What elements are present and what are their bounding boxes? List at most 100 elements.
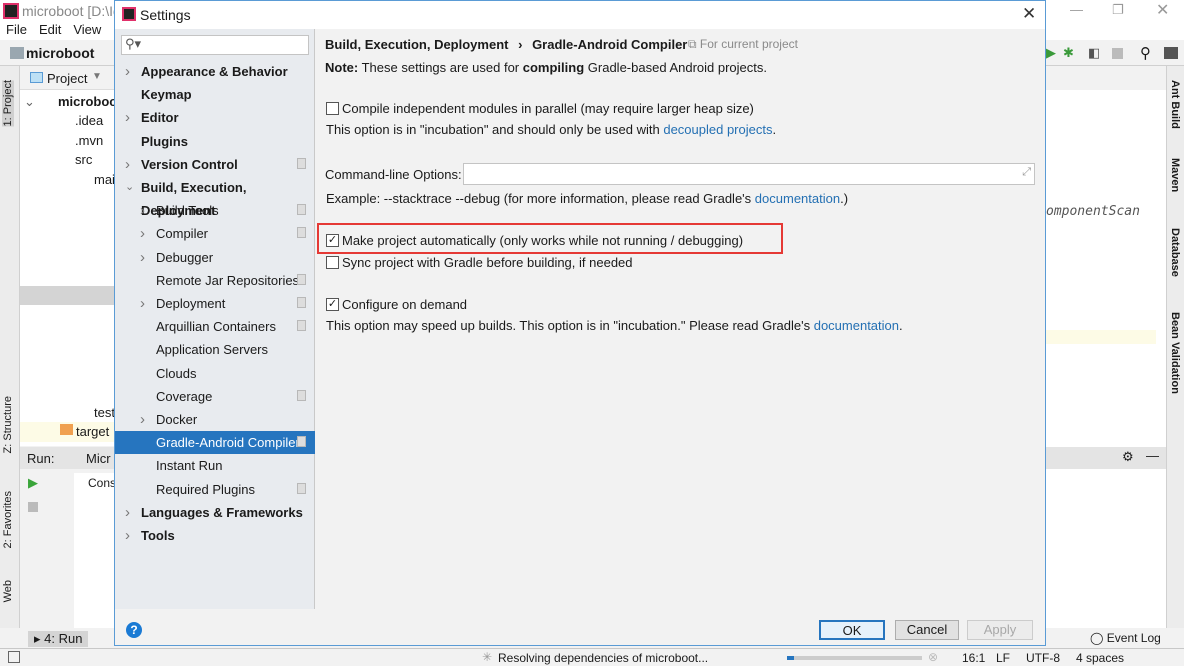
tree-item-main[interactable]: mai	[94, 172, 115, 187]
settings-tree-item[interactable]: Coverage	[115, 385, 315, 408]
settings-search-input[interactable]: ⚲▾	[121, 35, 309, 55]
stop-icon[interactable]	[1112, 48, 1123, 59]
settings-tree-item[interactable]: › Debugger	[115, 246, 315, 269]
menu-view[interactable]: View	[73, 22, 101, 37]
chevron-right-icon[interactable]: ›	[140, 408, 150, 431]
chevron-down-icon[interactable]: ⌄	[24, 94, 35, 110]
help-icon[interactable]: ?	[126, 622, 142, 638]
settings-tree-item[interactable]: Clouds	[115, 362, 315, 385]
file-encoding[interactable]: UTF-8	[1026, 651, 1060, 665]
settings-tree-item[interactable]: › Version Control	[115, 153, 315, 176]
tab-maven[interactable]: Maven	[1169, 158, 1181, 192]
settings-tree-item[interactable]: Application Servers	[115, 338, 315, 361]
chevron-right-icon[interactable]: ›	[125, 153, 135, 176]
cursor-position[interactable]: 16:1	[962, 651, 985, 665]
tree-item-target[interactable]: target	[76, 424, 109, 439]
settings-tree-item[interactable]: Gradle-Android Compiler	[115, 431, 315, 455]
settings-tree-item[interactable]: Plugins	[115, 130, 315, 153]
chevron-right-icon[interactable]: ›	[125, 501, 135, 524]
breadcrumb-parent[interactable]: Build, Execution, Deployment	[325, 37, 508, 52]
tab-bean-validation[interactable]: Bean Validation	[1169, 312, 1181, 394]
settings-tree-item[interactable]: › Docker	[115, 408, 315, 431]
event-log-button[interactable]: ◯ Event Log	[1090, 631, 1161, 645]
toggle-tool-windows-icon[interactable]	[8, 651, 20, 663]
parallel-label[interactable]: Compile independent modules in parallel …	[342, 101, 754, 116]
settings-tree-item[interactable]: › Editor	[115, 106, 315, 129]
cancel-button[interactable]: Cancel	[895, 620, 959, 640]
documentation-link[interactable]: documentation	[755, 191, 840, 206]
settings-tree-item[interactable]: › Appearance & Behavior	[115, 60, 315, 83]
rerun-icon[interactable]: ▶	[28, 475, 38, 491]
expand-icon[interactable]: ⤢	[1022, 166, 1031, 179]
configure-label[interactable]: Configure on demand	[342, 297, 467, 312]
tab-database[interactable]: Database	[1169, 228, 1181, 277]
chevron-right-icon[interactable]: ›	[140, 292, 150, 315]
tab-run[interactable]: ▸ 4: Run	[28, 631, 89, 647]
tree-item-mvn[interactable]: .mvn	[75, 133, 103, 148]
tab-structure[interactable]: Z: Structure	[2, 396, 14, 453]
chevron-down-icon[interactable]: ▼	[92, 71, 102, 82]
chevron-right-icon[interactable]: ›	[140, 199, 150, 222]
settings-tree-item[interactable]: ⌄ Build, Execution, Deployment	[115, 176, 315, 218]
search-everywhere-icon[interactable]: ⚲	[1140, 44, 1151, 62]
line-separator[interactable]: LF	[996, 651, 1010, 665]
settings-tree-item[interactable]: Keymap	[115, 83, 315, 106]
tab-web[interactable]: Web	[2, 580, 14, 602]
project-structure-icon[interactable]	[1164, 47, 1178, 59]
sync-checkbox[interactable]	[326, 256, 339, 269]
chevron-right-icon[interactable]: ›	[125, 60, 135, 83]
chevron-down-icon[interactable]: ⌄	[125, 176, 135, 199]
settings-tree-item[interactable]: Required Plugins	[115, 478, 315, 501]
make-auto-checkbox[interactable]: ✓	[326, 234, 339, 247]
settings-tree-item-label: Languages & Frameworks	[141, 504, 303, 520]
chevron-right-icon[interactable]: ›	[125, 524, 135, 547]
apply-button[interactable]: Apply	[967, 620, 1033, 640]
sync-label[interactable]: Sync project with Gradle before building…	[342, 255, 633, 270]
settings-gear-icon[interactable]: ⚙	[1122, 449, 1134, 465]
note-pre: These settings are used for	[361, 60, 520, 75]
parallel-desc-end: .	[772, 122, 777, 137]
parallel-checkbox[interactable]	[326, 102, 339, 115]
settings-tree-item[interactable]: Arquillian Containers	[115, 315, 315, 338]
configure-documentation-link[interactable]: documentation	[814, 318, 899, 333]
settings-tree-item[interactable]: › Deployment	[115, 292, 315, 315]
configure-checkbox[interactable]: ✓	[326, 298, 339, 311]
cancel-progress-icon[interactable]: ⊗	[928, 650, 938, 664]
make-auto-label[interactable]: Make project automatically (only works w…	[342, 233, 743, 248]
tab-favorites[interactable]: 2: Favorites	[2, 491, 14, 548]
chevron-right-icon[interactable]: ›	[140, 246, 150, 269]
tree-item-idea[interactable]: .idea	[75, 113, 103, 128]
run-config-tab[interactable]: Micr	[86, 451, 111, 466]
close-icon[interactable]: ✕	[1022, 4, 1036, 24]
menu-file[interactable]: File	[6, 22, 27, 37]
run-icon[interactable]: ▶	[1046, 45, 1056, 61]
project-view-dropdown[interactable]: Project	[47, 71, 87, 86]
stop-icon[interactable]	[28, 502, 38, 512]
close-window-icon[interactable]: ✕	[1156, 0, 1169, 20]
ok-button[interactable]: OK	[819, 620, 885, 640]
debug-icon[interactable]: ✱	[1063, 45, 1074, 61]
tree-item-test[interactable]: test	[94, 405, 115, 420]
decoupled-projects-link[interactable]: decoupled projects	[663, 122, 772, 137]
settings-tree-item[interactable]: › Tools	[115, 524, 315, 547]
settings-tree-item[interactable]: Instant Run	[115, 454, 315, 477]
chevron-right-icon[interactable]: ›	[125, 106, 135, 129]
chevron-right-icon[interactable]: ›	[140, 222, 150, 245]
nav-breadcrumb[interactable]: microboot	[26, 45, 94, 61]
cmdline-input[interactable]: ⤢	[463, 163, 1035, 185]
settings-tree-item[interactable]: Remote Jar Repositories	[115, 269, 315, 292]
settings-tree-item[interactable]: › Build Tools	[115, 199, 315, 222]
tree-item-src[interactable]: src	[75, 152, 92, 167]
menu-edit[interactable]: Edit	[39, 22, 61, 37]
tab-ant-build[interactable]: Ant Build	[1169, 80, 1181, 129]
project-view-icon	[30, 72, 43, 83]
minimize-icon[interactable]: —	[1070, 2, 1083, 17]
settings-tree-item[interactable]: › Compiler	[115, 222, 315, 245]
hide-icon[interactable]: —	[1146, 448, 1159, 463]
settings-tree-item[interactable]: › Languages & Frameworks	[115, 501, 315, 524]
tab-project[interactable]: 1: Project	[2, 80, 14, 127]
tree-item-microboot[interactable]: microboot	[58, 94, 122, 109]
coverage-icon[interactable]: ◧	[1088, 45, 1100, 61]
indent-setting[interactable]: 4 spaces	[1076, 651, 1124, 665]
restore-icon[interactable]: ❐	[1112, 2, 1124, 18]
